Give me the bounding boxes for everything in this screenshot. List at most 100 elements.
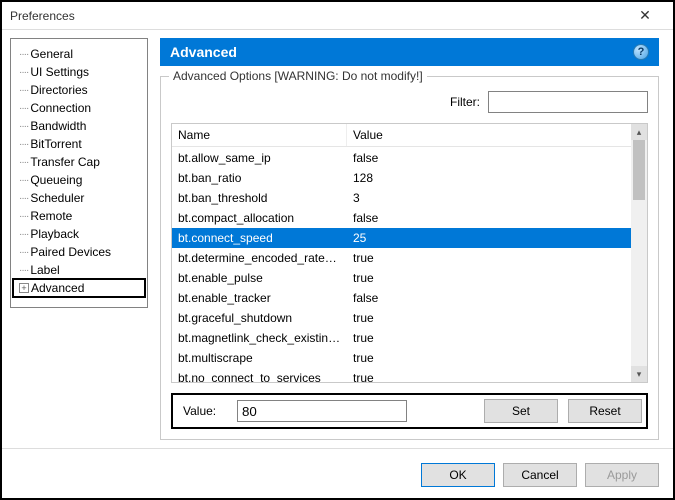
scroll-thumb[interactable]: [633, 140, 645, 200]
cell-name: bt.graceful_shutdown: [172, 311, 347, 325]
list-row[interactable]: bt.determine_encoded_rate_fo...true: [172, 248, 631, 268]
cell-value: false: [347, 151, 631, 165]
tree-item-label: Scheduler: [30, 191, 84, 205]
cell-value: false: [347, 211, 631, 225]
list-row[interactable]: bt.ban_ratio128: [172, 168, 631, 188]
category-tree[interactable]: ····General····UI Settings····Directorie…: [10, 38, 148, 308]
tree-branch-icon: ····: [19, 103, 28, 114]
list-row[interactable]: bt.multiscrapetrue: [172, 348, 631, 368]
section-title: Advanced: [170, 44, 237, 60]
tree-item-label: General: [30, 47, 73, 61]
cell-name: bt.enable_tracker: [172, 291, 347, 305]
cell-value: true: [347, 371, 631, 382]
cell-name: bt.determine_encoded_rate_fo...: [172, 251, 347, 265]
tree-branch-icon: ····: [19, 139, 28, 150]
list-row[interactable]: bt.allow_same_ipfalse: [172, 148, 631, 168]
tree-branch-icon: ····: [19, 193, 28, 204]
value-editor-row: Value: Set Reset: [171, 393, 648, 429]
cancel-button[interactable]: Cancel: [503, 463, 577, 487]
cell-value: true: [347, 251, 631, 265]
advanced-options-group: Advanced Options [WARNING: Do not modify…: [160, 76, 659, 440]
tree-item-label[interactable]: ····Label: [13, 261, 145, 279]
set-button[interactable]: Set: [484, 399, 558, 423]
list-row[interactable]: bt.enable_trackerfalse: [172, 288, 631, 308]
titlebar: Preferences ✕: [2, 2, 673, 30]
section-header: Advanced ?: [160, 38, 659, 66]
list-row[interactable]: bt.graceful_shutdowntrue: [172, 308, 631, 328]
close-icon[interactable]: ✕: [625, 7, 665, 24]
tree-item-transfer-cap[interactable]: ····Transfer Cap: [13, 153, 145, 171]
tree-item-label: Connection: [30, 101, 91, 115]
apply-button[interactable]: Apply: [585, 463, 659, 487]
options-list[interactable]: Name Value bt.allow_same_ipfalsebt.ban_r…: [171, 123, 648, 383]
groupbox-label: Advanced Options [WARNING: Do not modify…: [169, 69, 427, 83]
list-row[interactable]: bt.compact_allocationfalse: [172, 208, 631, 228]
tree-item-label: Bandwidth: [30, 119, 86, 133]
cell-name: bt.connect_speed: [172, 231, 347, 245]
scroll-track[interactable]: [631, 140, 647, 366]
value-input[interactable]: [237, 400, 407, 422]
dialog-button-row: OK Cancel Apply: [2, 448, 673, 500]
list-row[interactable]: bt.no_connect_to_servicestrue: [172, 368, 631, 382]
cell-name: bt.multiscrape: [172, 351, 347, 365]
tree-item-queueing[interactable]: ····Queueing: [13, 171, 145, 189]
tree-item-general[interactable]: ····General: [13, 45, 145, 63]
window-title: Preferences: [10, 9, 625, 23]
tree-branch-icon: ····: [19, 85, 28, 96]
tree-item-label: Directories: [30, 83, 87, 97]
cell-value: true: [347, 271, 631, 285]
filter-input[interactable]: [488, 91, 648, 113]
cell-name: bt.ban_ratio: [172, 171, 347, 185]
tree-item-remote[interactable]: ····Remote: [13, 207, 145, 225]
tree-branch-icon: ····: [19, 247, 28, 258]
tree-item-paired-devices[interactable]: ····Paired Devices: [13, 243, 145, 261]
ok-button[interactable]: OK: [421, 463, 495, 487]
list-row[interactable]: bt.ban_threshold3: [172, 188, 631, 208]
column-header-value[interactable]: Value: [347, 124, 647, 146]
tree-item-advanced[interactable]: +Advanced: [13, 279, 145, 297]
cell-name: bt.ban_threshold: [172, 191, 347, 205]
cell-name: bt.compact_allocation: [172, 211, 347, 225]
tree-item-label: BitTorrent: [30, 137, 81, 151]
tree-branch-icon: ····: [19, 265, 28, 276]
cell-value: 3: [347, 191, 631, 205]
scroll-up-icon[interactable]: ▴: [631, 124, 647, 140]
tree-item-connection[interactable]: ····Connection: [13, 99, 145, 117]
list-row[interactable]: bt.enable_pulsetrue: [172, 268, 631, 288]
list-row[interactable]: bt.connect_speed25: [172, 228, 631, 248]
tree-item-label: Queueing: [30, 173, 82, 187]
sidebar: ····General····UI Settings····Directorie…: [2, 30, 152, 448]
tree-item-label: Advanced: [31, 281, 84, 295]
tree-branch-icon: ····: [19, 67, 28, 78]
tree-branch-icon: ····: [19, 175, 28, 186]
tree-item-bandwidth[interactable]: ····Bandwidth: [13, 117, 145, 135]
vertical-scrollbar[interactable]: ▴ ▾: [631, 124, 647, 382]
cell-value: true: [347, 311, 631, 325]
tree-item-ui-settings[interactable]: ····UI Settings: [13, 63, 145, 81]
tree-item-label: Paired Devices: [30, 245, 111, 259]
column-header-name[interactable]: Name: [172, 124, 347, 146]
cell-name: bt.magnetlink_check_existing_...: [172, 331, 347, 345]
cell-name: bt.allow_same_ip: [172, 151, 347, 165]
tree-branch-icon: ····: [19, 211, 28, 222]
reset-button[interactable]: Reset: [568, 399, 642, 423]
cell-value: true: [347, 351, 631, 365]
tree-item-directories[interactable]: ····Directories: [13, 81, 145, 99]
tree-item-label: Remote: [30, 209, 72, 223]
expander-icon[interactable]: +: [19, 283, 29, 293]
scroll-down-icon[interactable]: ▾: [631, 366, 647, 382]
cell-value: true: [347, 331, 631, 345]
tree-item-bittorrent[interactable]: ····BitTorrent: [13, 135, 145, 153]
tree-branch-icon: ····: [19, 121, 28, 132]
tree-item-playback[interactable]: ····Playback: [13, 225, 145, 243]
list-header[interactable]: Name Value: [172, 124, 647, 147]
list-row[interactable]: bt.magnetlink_check_existing_...true: [172, 328, 631, 348]
tree-branch-icon: ····: [19, 229, 28, 240]
filter-label: Filter:: [450, 95, 480, 109]
tree-branch-icon: ····: [19, 49, 28, 60]
help-icon[interactable]: ?: [633, 44, 649, 60]
tree-item-scheduler[interactable]: ····Scheduler: [13, 189, 145, 207]
value-label: Value:: [177, 404, 227, 418]
cell-value: false: [347, 291, 631, 305]
tree-item-label: Label: [30, 263, 59, 277]
